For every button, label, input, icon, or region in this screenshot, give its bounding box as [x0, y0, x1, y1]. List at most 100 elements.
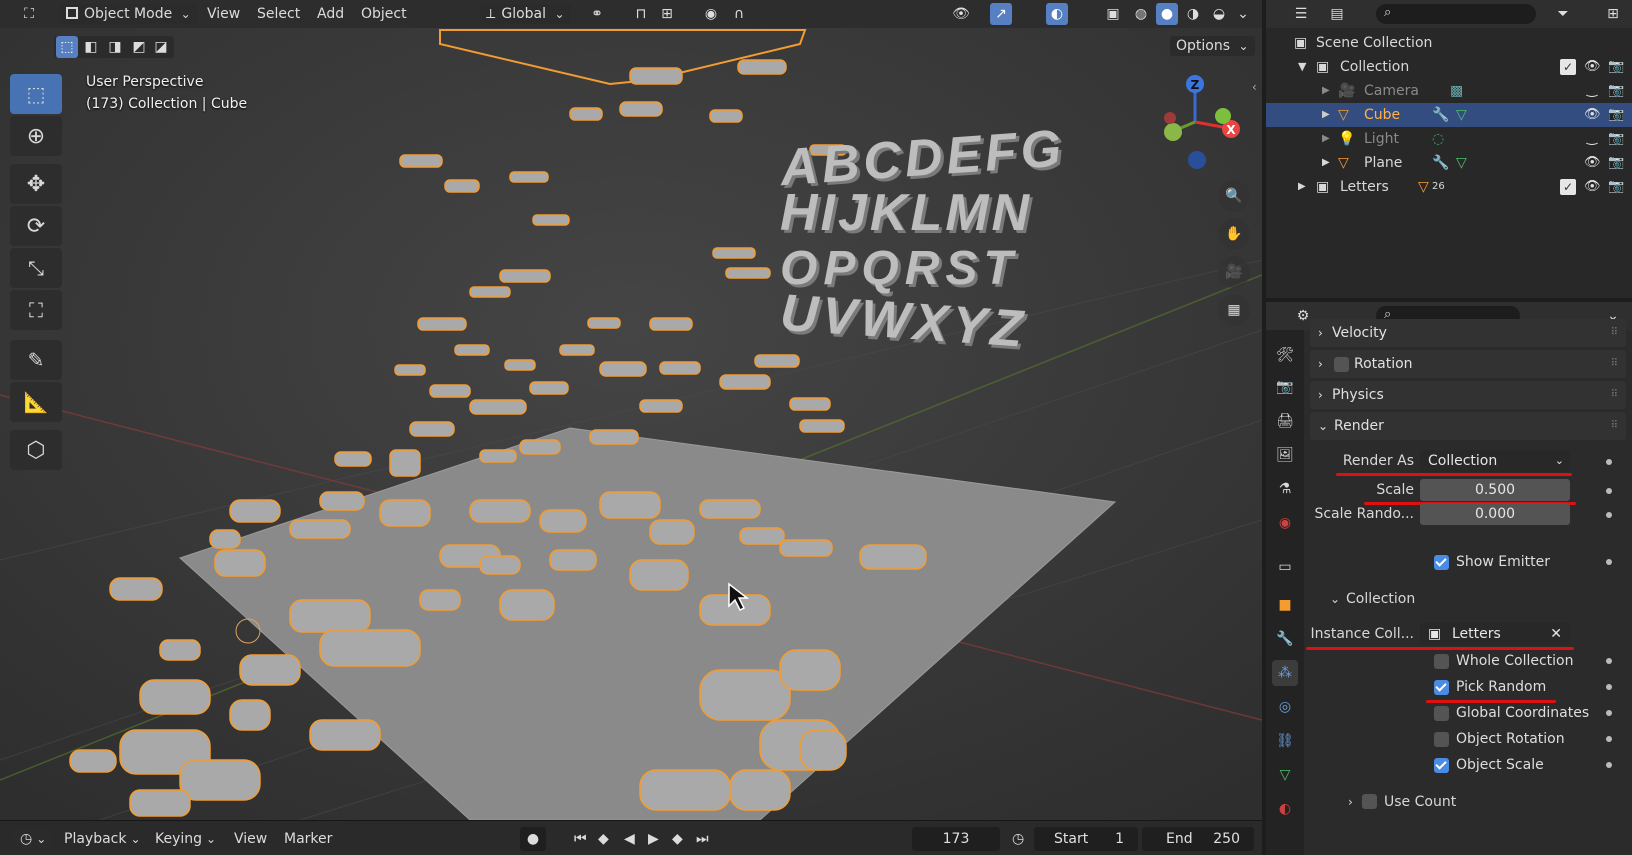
filter-icon[interactable]: ⏷ — [1552, 3, 1574, 25]
tab-data[interactable]: ▽ — [1272, 762, 1298, 788]
ortho-toggle-button[interactable]: ▦ — [1218, 294, 1250, 326]
new-collection-icon[interactable]: ⊞ — [1602, 3, 1624, 25]
expand-arrow-icon[interactable]: ▶ — [1322, 79, 1330, 103]
show-emitter-checkbox[interactable] — [1434, 555, 1449, 570]
render-camera-icon[interactable]: 📷 — [1608, 107, 1624, 123]
expand-arrow-icon[interactable]: ▶ — [1322, 151, 1330, 175]
drag-handle-icon[interactable]: ⠿ — [1611, 319, 1618, 347]
annotate-tool[interactable]: ✎ — [10, 340, 62, 380]
scale-tool[interactable]: ⤡ — [10, 248, 62, 288]
rendered-shading-icon[interactable]: ◒ — [1208, 3, 1230, 25]
select-intersect-icon[interactable]: ◪ — [150, 36, 172, 58]
navigation-gizmo[interactable]: Z X — [1150, 72, 1240, 172]
whole-collection-checkbox[interactable] — [1434, 654, 1449, 669]
record-button[interactable]: ● — [520, 827, 546, 851]
render-camera-icon[interactable]: 📷 — [1608, 131, 1624, 147]
menu-add[interactable]: Add — [317, 4, 344, 24]
falloff-icon[interactable]: ∩ — [728, 3, 750, 25]
gizmo-neg-z-axis[interactable] — [1188, 151, 1206, 169]
tab-scene[interactable]: ⚗ — [1272, 476, 1298, 502]
keyframe-dot[interactable] — [1606, 736, 1612, 742]
visibility-icon[interactable]: 👁 — [950, 3, 972, 25]
render-disabled-icon[interactable]: 📷 — [1608, 179, 1624, 195]
current-frame-field[interactable]: 173 — [912, 827, 1000, 851]
expand-arrow-icon[interactable]: ▶ — [1322, 127, 1330, 151]
clear-x-icon[interactable]: ✕ — [1550, 623, 1562, 645]
instance-collection-field[interactable]: ▣ Letters ✕ — [1420, 623, 1570, 645]
outliner-item-camera[interactable]: ▶ 🎥 Camera ▩ ‿ 📷 — [1266, 79, 1632, 103]
object-scale-checkbox[interactable] — [1434, 758, 1449, 773]
wireframe-shading-icon[interactable]: ◍ — [1130, 3, 1152, 25]
tab-output[interactable]: 🖨 — [1272, 408, 1298, 434]
eye-hidden-icon[interactable]: ‿ — [1584, 131, 1600, 147]
keyframe-dot[interactable] — [1606, 658, 1612, 664]
select-new-icon[interactable]: ⬚ — [56, 36, 78, 58]
expand-arrow-icon[interactable]: ▶ — [1322, 103, 1330, 127]
use-count-checkbox[interactable] — [1362, 794, 1377, 809]
end-frame-field[interactable]: End 250 — [1142, 827, 1254, 851]
drag-handle-icon[interactable]: ⠿ — [1611, 412, 1618, 440]
xray-icon[interactable]: ▣ — [1102, 3, 1124, 25]
tab-material[interactable]: ◐ — [1272, 796, 1298, 822]
tab-particles[interactable]: ⁂ — [1272, 660, 1298, 686]
prev-keyframe-button[interactable]: ◆ — [598, 829, 609, 849]
subpanel-collection[interactable]: ⌄ Collection — [1322, 587, 1622, 611]
proportional-edit-icon[interactable]: ◉ — [700, 3, 722, 25]
drag-handle-icon[interactable]: ⠿ — [1611, 381, 1618, 409]
pan-view-button[interactable]: ✋ — [1218, 218, 1250, 250]
outliner-search-input[interactable]: ⌕ — [1376, 4, 1536, 24]
eye-icon[interactable]: 👁 — [1584, 59, 1601, 75]
render-camera-icon[interactable]: 📷 — [1608, 83, 1624, 99]
shading-dropdown-icon[interactable]: ⌄ — [1232, 3, 1254, 25]
drag-handle-icon[interactable]: ⠿ — [1611, 350, 1618, 378]
outliner-item-light[interactable]: ▶ 💡 Light ◌ ‿ 📷 — [1266, 127, 1632, 151]
tab-render[interactable]: 📷 — [1272, 374, 1298, 400]
tab-constraints[interactable]: ⛓ — [1272, 728, 1298, 754]
tab-object[interactable]: ■ — [1272, 592, 1298, 618]
select-extend-icon[interactable]: ◧ — [80, 36, 102, 58]
global-coordinates-checkbox[interactable] — [1434, 706, 1449, 721]
gizmo-neg-x-axis[interactable] — [1164, 112, 1176, 124]
options-dropdown[interactable]: Options — [1170, 36, 1255, 56]
keyframe-dot[interactable] — [1606, 459, 1612, 465]
editor-type-icon[interactable]: ⛶ — [18, 3, 40, 25]
zoom-view-button[interactable]: 🔍 — [1218, 180, 1250, 212]
material-shading-icon[interactable]: ◑ — [1182, 3, 1204, 25]
menu-select[interactable]: Select — [257, 4, 300, 24]
panel-physics[interactable]: › Physics ⠿ — [1310, 381, 1626, 409]
eye-icon[interactable]: 👁 — [1584, 179, 1601, 195]
expand-arrow-icon[interactable]: ▶ — [1298, 175, 1306, 199]
menu-view[interactable]: View — [207, 4, 240, 24]
keyframe-dot[interactable] — [1606, 762, 1612, 768]
snap-icon[interactable]: ⊓ — [630, 3, 652, 25]
collapse-arrow-icon[interactable]: ▼ — [1298, 55, 1306, 79]
outliner-item-cube[interactable]: ▶ ▽ Cube 🔧 ▽ 👁 📷 — [1266, 103, 1632, 127]
keyframe-dot[interactable] — [1606, 710, 1612, 716]
menu-object[interactable]: Object — [361, 4, 407, 24]
exclude-checkbox[interactable]: ✓ — [1560, 179, 1576, 195]
menu-playback[interactable]: Playback — [64, 829, 141, 849]
play-reverse-button[interactable]: ◀ — [624, 829, 635, 849]
cursor-tool[interactable]: ⊕ — [10, 116, 62, 156]
mode-dropdown[interactable]: Object Mode — [60, 4, 197, 24]
snap-increment-icon[interactable]: ⊞ — [656, 3, 678, 25]
exclude-checkbox[interactable]: ✓ — [1560, 59, 1576, 75]
tab-world[interactable]: ◉ — [1272, 510, 1298, 536]
move-tool[interactable]: ✥ — [10, 164, 62, 204]
keyframe-dot[interactable] — [1606, 488, 1612, 494]
display-mode-icon[interactable]: ▤ — [1326, 3, 1348, 25]
menu-keying[interactable]: Keying — [155, 829, 216, 849]
rotation-enable-checkbox[interactable] — [1334, 357, 1349, 372]
tab-collection[interactable]: ▭ — [1272, 554, 1298, 580]
eye-icon[interactable]: 👁 — [1584, 155, 1601, 171]
sidebar-toggle-icon[interactable]: ‹ — [1252, 80, 1257, 94]
eye-icon[interactable]: 👁 — [1584, 107, 1601, 123]
subpanel-use-count[interactable]: › Use Count — [1340, 790, 1620, 814]
scale-random-field[interactable]: 0.000 — [1420, 503, 1570, 525]
menu-timeline-view[interactable]: View — [234, 829, 267, 849]
next-keyframe-button[interactable]: ◆ — [672, 829, 683, 849]
outliner-item-plane[interactable]: ▶ ▽ Plane 🔧 ▽ 👁 📷 — [1266, 151, 1632, 175]
eye-hidden-icon[interactable]: ‿ — [1584, 83, 1600, 99]
keyframe-dot[interactable] — [1606, 512, 1612, 518]
panel-rotation[interactable]: › Rotation ⠿ — [1310, 350, 1626, 378]
